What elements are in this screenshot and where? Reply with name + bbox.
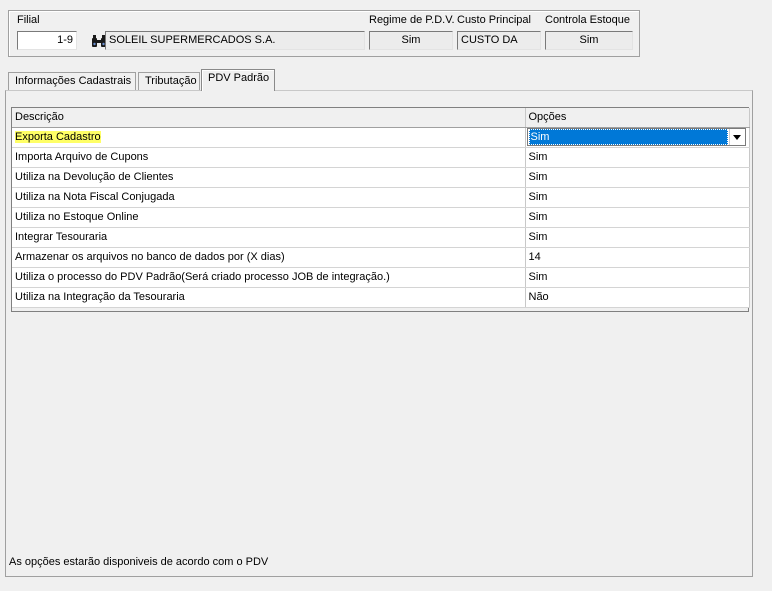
- table-row[interactable]: Integrar Tesouraria Sim: [12, 227, 750, 248]
- custo-label: Custo Principal: [457, 14, 531, 26]
- tab-label: Tributação: [145, 75, 197, 87]
- table-row[interactable]: Utiliza na Nota Fiscal Conjugada Sim: [12, 187, 750, 208]
- row-opcao[interactable]: Sim: [525, 227, 750, 248]
- column-header-opcoes[interactable]: Opções: [525, 108, 750, 128]
- regime-label: Regime de P.D.V.: [369, 14, 455, 26]
- row-descricao: Importa Arquivo de Cupons: [12, 147, 526, 168]
- filial-code-input[interactable]: 1-9: [17, 31, 77, 50]
- filial-label: Filial: [17, 14, 40, 26]
- chevron-down-icon[interactable]: [728, 129, 745, 145]
- row-descricao: Armazenar os arquivos no banco de dados …: [12, 247, 526, 268]
- tab-label: PDV Padrão: [208, 72, 270, 84]
- filial-name-field: SOLEIL SUPERMERCADOS S.A.: [105, 31, 365, 50]
- row-descricao: Utiliza o processo do PDV Padrão(Será cr…: [12, 267, 526, 288]
- table-row[interactable]: Utiliza no Estoque Online Sim: [12, 207, 750, 228]
- table-row[interactable]: Importa Arquivo de Cupons Sim: [12, 147, 750, 168]
- row-opcao[interactable]: Sim: [525, 267, 750, 288]
- row-descricao-text: Exporta Cadastro: [15, 131, 101, 143]
- options-grid: Descrição Opções Exporta Cadastro Sim Im…: [11, 107, 750, 312]
- tab-pdv-padrao[interactable]: PDV Padrão: [201, 69, 275, 91]
- regime-field: Sim: [369, 31, 453, 50]
- row-opcao[interactable]: Sim: [525, 187, 750, 208]
- row-opcao[interactable]: Sim: [525, 207, 750, 228]
- footer-note: As opções estarão disponiveis de acordo …: [9, 556, 269, 568]
- tab-label: Informações Cadastrais: [15, 75, 132, 87]
- row-opcao[interactable]: Sim: [525, 127, 750, 148]
- tab-informacoes-cadastrais[interactable]: Informações Cadastrais: [8, 72, 136, 91]
- table-row[interactable]: Utiliza na Integração da Tesouraria Não: [12, 287, 750, 308]
- opcao-selected-value: Sim: [528, 129, 728, 145]
- row-descricao: Utiliza na Nota Fiscal Conjugada: [12, 187, 526, 208]
- row-descricao: Utiliza no Estoque Online: [12, 207, 526, 228]
- row-opcao[interactable]: Sim: [525, 167, 750, 188]
- pdv-padrao-panel: Descrição Opções Exporta Cadastro Sim Im…: [5, 90, 753, 577]
- opcao-dropdown[interactable]: Sim: [526, 128, 746, 146]
- row-descricao: Integrar Tesouraria: [12, 227, 526, 248]
- table-row[interactable]: Utiliza o processo do PDV Padrão(Será cr…: [12, 267, 750, 288]
- row-opcao[interactable]: Sim: [525, 147, 750, 168]
- row-opcao[interactable]: 14: [525, 247, 750, 268]
- table-row[interactable]: Exporta Cadastro Sim: [12, 127, 750, 148]
- custo-field: CUSTO DA: [457, 31, 541, 50]
- estoque-label: Controla Estoque: [545, 14, 630, 26]
- row-descricao: Utiliza na Integração da Tesouraria: [12, 287, 526, 308]
- table-row[interactable]: Armazenar os arquivos no banco de dados …: [12, 247, 750, 268]
- tab-tributacao[interactable]: Tributação: [138, 72, 200, 91]
- row-descricao: Utiliza na Devolução de Clientes: [12, 167, 526, 188]
- grid-header-row: Descrição Opções: [12, 108, 750, 128]
- estoque-field: Sim: [545, 31, 633, 50]
- filial-groupbox: Filial 1-9 SOLEIL SUPERMERCADOS S.A. Reg…: [8, 10, 640, 57]
- table-row[interactable]: Utiliza na Devolução de Clientes Sim: [12, 167, 750, 188]
- column-header-descricao[interactable]: Descrição: [12, 108, 526, 128]
- row-descricao: Exporta Cadastro: [12, 127, 526, 148]
- row-opcao[interactable]: Não: [525, 287, 750, 308]
